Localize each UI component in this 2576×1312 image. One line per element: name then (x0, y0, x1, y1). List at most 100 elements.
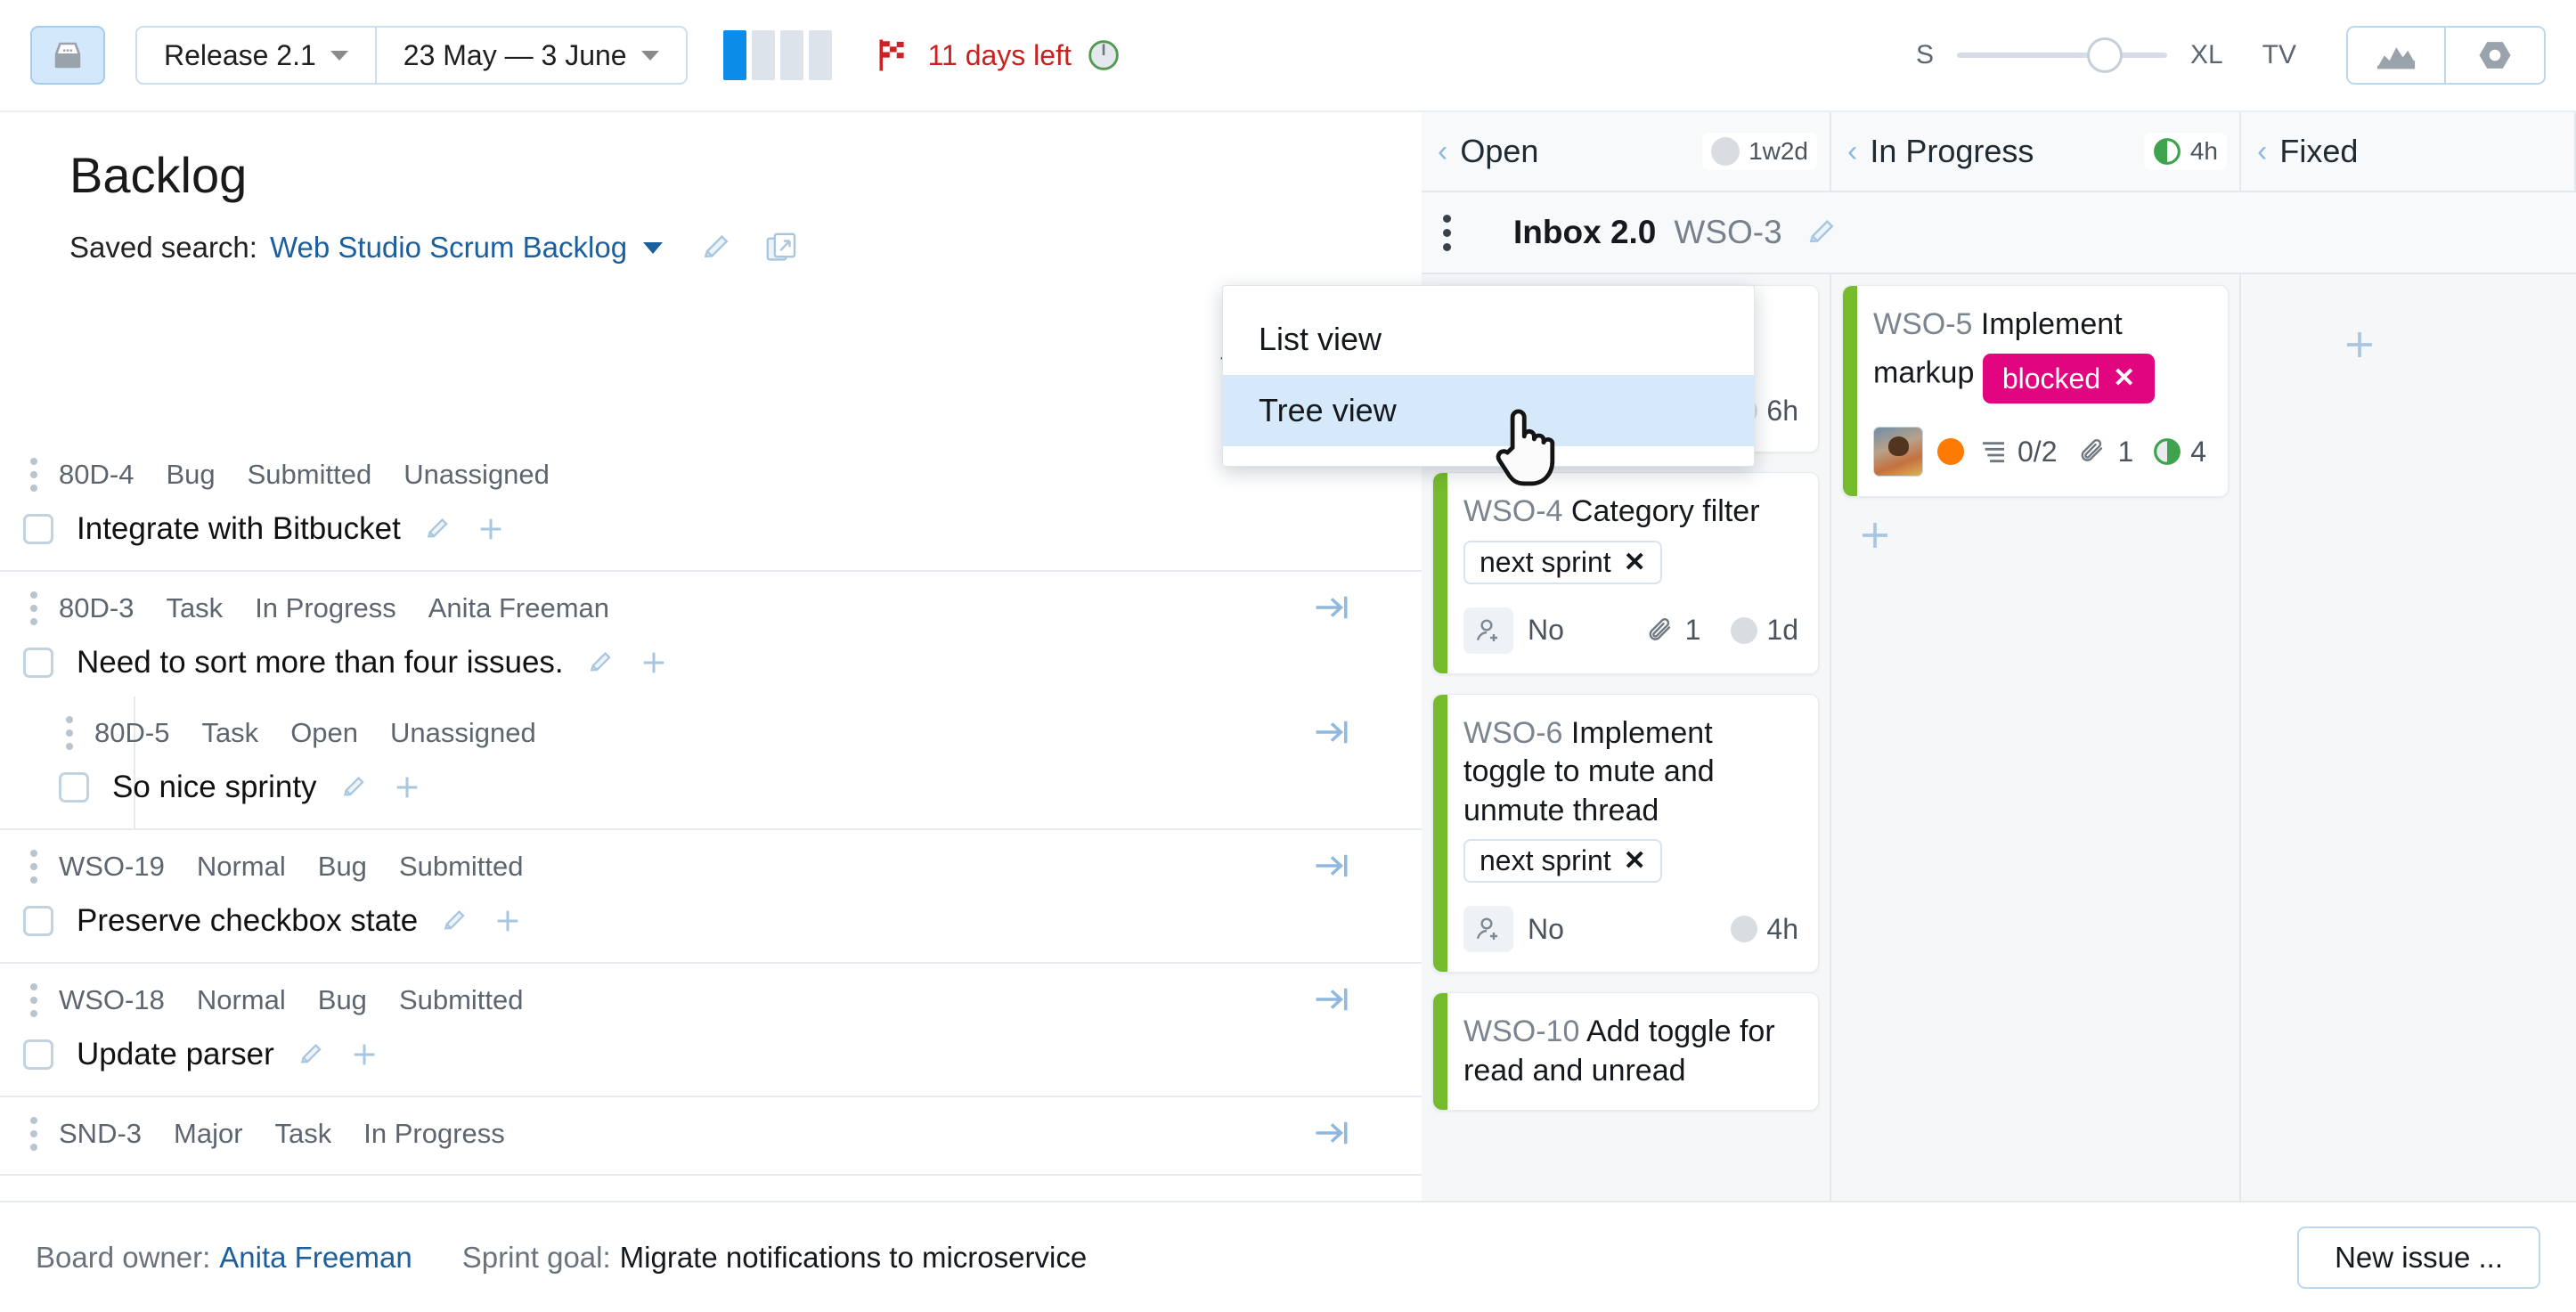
issue-checkbox[interactable] (23, 906, 53, 936)
avatar[interactable] (1873, 427, 1923, 477)
issue-row[interactable]: 80D-4 Bug Submitted Unassigned Integrate… (0, 438, 1422, 572)
add-card-plus-icon[interactable] (1856, 517, 1894, 554)
card-id: WSO-10 (1463, 1015, 1579, 1048)
board-tray-button[interactable] (30, 26, 105, 85)
add-subtask-plus-icon[interactable] (349, 1039, 379, 1070)
tv-mode-button[interactable]: TV (2262, 40, 2296, 70)
card-id: WSO-6 (1463, 716, 1562, 750)
chevron-left-icon[interactable]: ‹ (1438, 136, 1447, 167)
card-tags: next sprint ✕ (1463, 532, 1798, 584)
pencil-icon[interactable] (424, 515, 452, 543)
card-footer: No 1 1d (1463, 607, 1798, 654)
lane-fixed[interactable] (2241, 274, 2576, 1201)
issue-meta: 80D-3 Task In Progress Anita Freeman (0, 591, 1422, 625)
chevron-left-icon[interactable]: ‹ (2257, 136, 2267, 167)
pencil-icon[interactable] (1806, 216, 1839, 249)
nut-settings-icon (2475, 37, 2515, 74)
assign-user-button[interactable] (1463, 906, 1513, 952)
card-size-slider[interactable]: S XL (1916, 40, 2223, 70)
move-to-board-icon[interactable] (1313, 983, 1350, 1015)
toolbar-right-buttons (2346, 26, 2546, 85)
add-subtask-plus-icon[interactable] (493, 906, 523, 936)
kebab-menu-icon[interactable] (66, 716, 75, 750)
column-header-in-progress[interactable]: ‹ In Progress 4h (1831, 112, 2241, 191)
issue-state: Submitted (399, 984, 524, 1016)
move-to-board-icon[interactable] (1313, 591, 1350, 623)
slider-track[interactable] (1957, 53, 2167, 58)
kebab-menu-icon[interactable] (30, 1117, 39, 1151)
issue-row[interactable]: 80D-3 Task In Progress Anita Freeman Nee… (0, 572, 1422, 830)
board-owner-value[interactable]: Anita Freeman (219, 1241, 412, 1275)
saved-search-value[interactable]: Web Studio Scrum Backlog (270, 231, 627, 265)
kebab-menu-icon[interactable] (30, 850, 39, 884)
board-card[interactable]: WSO-5 Implement markup blocked ✕ (1842, 285, 2229, 497)
date-range-selector[interactable]: 23 May — 3 June (377, 26, 688, 85)
issue-checkbox[interactable] (23, 514, 53, 544)
add-subtask-plus-icon[interactable] (639, 648, 669, 678)
sprint-goal-label: Sprint goal: (462, 1241, 611, 1275)
card-estimate: 4h (1731, 913, 1798, 946)
chart-button[interactable] (2346, 26, 2446, 85)
board-card[interactable]: WSO-4 Category filter next sprint ✕ (1432, 472, 1819, 674)
pencil-icon[interactable] (340, 773, 369, 802)
kebab-menu-icon[interactable] (30, 591, 39, 625)
tag-chip[interactable]: next sprint ✕ (1463, 839, 1662, 883)
pencil-icon[interactable] (441, 907, 469, 935)
board-card[interactable]: WSO-10 Add toggle for read and unread (1432, 992, 1819, 1111)
card-checklist-value: 0/2 (2018, 436, 2057, 469)
scrum-board-app: Release 2.1 23 May — 3 June (0, 0, 2576, 1312)
card-attachments: 1 (1644, 614, 1701, 647)
issue-checkbox[interactable] (59, 772, 89, 803)
issue-assignee: Unassigned (404, 459, 550, 491)
open-external-icon[interactable] (764, 231, 798, 265)
release-selector[interactable]: Release 2.1 (135, 26, 377, 85)
issue-meta: 80D-5 Task Open Unassigned (36, 716, 1422, 750)
menu-item-label: List view (1259, 321, 1382, 358)
add-card-plus-icon[interactable] (2341, 326, 2378, 363)
new-issue-button[interactable]: New issue ... (2297, 1226, 2540, 1289)
add-subtask-plus-icon[interactable] (392, 772, 422, 803)
move-to-board-icon[interactable] (1313, 716, 1350, 748)
move-to-board-icon[interactable] (1313, 850, 1350, 882)
remove-tag-icon[interactable]: ✕ (2113, 362, 2135, 395)
lane-in-progress[interactable]: WSO-5 Implement markup blocked ✕ (1831, 274, 2241, 1201)
kebab-menu-icon[interactable] (30, 458, 39, 492)
issue-summary: Update parser (77, 1037, 274, 1072)
move-to-board-icon[interactable] (1313, 1117, 1350, 1149)
issue-summary: Need to sort more than four issues. (77, 645, 564, 680)
assign-user-button[interactable] (1463, 607, 1513, 654)
card-tags: next sprint ✕ (1463, 830, 1798, 883)
blocked-tag-chip[interactable]: blocked ✕ (1983, 354, 2155, 404)
swimlane-header[interactable]: Inbox 2.0 WSO-3 (1422, 192, 2576, 274)
column-header-fixed[interactable]: ‹ Fixed (2241, 112, 2576, 191)
issue-row[interactable]: WSO-19 Normal Bug Submitted Preserve che… (0, 830, 1422, 964)
pencil-icon[interactable] (298, 1040, 326, 1069)
issue-row[interactable]: SND-3 Major Task In Progress (0, 1097, 1422, 1176)
column-name: In Progress (1870, 133, 2034, 170)
board-card[interactable]: WSO-6 Implement toggle to mute and unmut… (1432, 694, 1819, 974)
menu-item-tree-view[interactable]: Tree view (1223, 375, 1754, 446)
kebab-menu-icon[interactable] (1443, 215, 1451, 251)
chevron-down-icon[interactable] (643, 242, 663, 254)
add-subtask-plus-icon[interactable] (476, 514, 506, 544)
chevron-left-icon[interactable]: ‹ (1847, 136, 1857, 167)
issue-checkbox[interactable] (23, 1039, 53, 1070)
issue-checkbox[interactable] (23, 648, 53, 678)
remove-tag-icon[interactable]: ✕ (1624, 845, 1646, 876)
pencil-icon[interactable] (587, 648, 615, 677)
issue-state: In Progress (363, 1118, 505, 1150)
column-header-open[interactable]: ‹ Open 1w2d (1422, 112, 1831, 191)
pencil-icon[interactable] (700, 231, 734, 265)
estimate-half-circle-icon (2153, 437, 2181, 466)
issue-row[interactable]: WSO-18 Normal Bug Submitted Update parse… (0, 964, 1422, 1097)
remove-tag-icon[interactable]: ✕ (1624, 547, 1646, 578)
settings-button[interactable] (2446, 26, 2546, 85)
tag-chip[interactable]: next sprint ✕ (1463, 541, 1662, 584)
slider-knob[interactable] (2087, 37, 2123, 73)
date-range-label: 23 May — 3 June (404, 39, 627, 72)
issue-row-child[interactable]: 80D-5 Task Open Unassigned So nice sprin… (36, 697, 1422, 828)
menu-item-list-view[interactable]: List view (1223, 304, 1754, 375)
issue-id: 80D-4 (59, 459, 134, 491)
kebab-menu-icon[interactable] (30, 983, 39, 1017)
issue-summary: Preserve checkbox state (77, 903, 418, 939)
